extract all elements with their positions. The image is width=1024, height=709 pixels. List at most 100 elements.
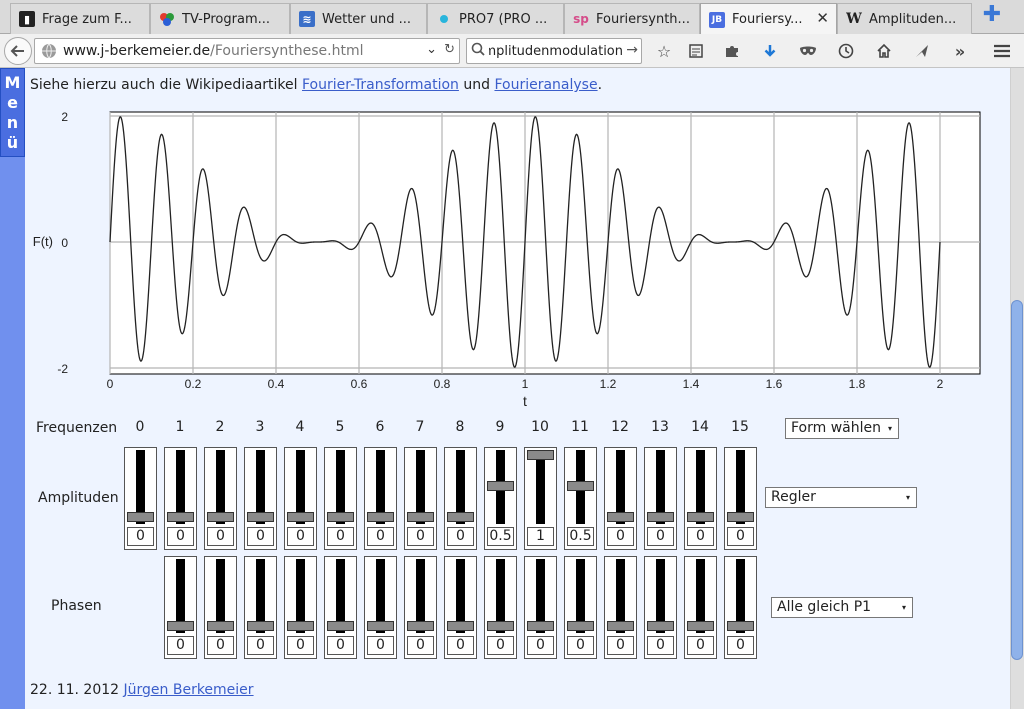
slider-knob[interactable] [447,621,474,631]
tab-4[interactable]: sp Fouriersynth... [564,3,700,34]
author-link[interactable]: Jürgen Berkemeier [124,682,254,698]
slider-value-field[interactable]: 0 [447,527,474,546]
slider-value-field[interactable]: 0 [607,636,634,655]
tab-5-active[interactable]: JB Fouriersy... ✕ [700,3,837,35]
link-fourier-transformation[interactable]: Fourier-Transformation [302,77,459,93]
phase-slider[interactable]: 0 [364,556,397,659]
slider-value-field[interactable]: 0 [527,636,554,655]
amplitude-slider[interactable]: 0 [644,447,677,550]
search-input[interactable]: Amplitudenmodulation [489,44,623,59]
amplitude-slider[interactable]: 0 [684,447,717,550]
slider-knob[interactable] [327,621,354,631]
search-bar[interactable]: Amplitudenmodulation → [466,38,642,64]
slider-value-field[interactable]: 0 [487,636,514,655]
slider-value-field[interactable]: 0 [127,527,154,546]
amplitude-slider[interactable]: 0 [164,447,197,550]
slider-value-field[interactable]: 0 [687,527,714,546]
close-tab-icon[interactable]: ✕ [816,9,829,27]
phase-slider[interactable]: 0 [164,556,197,659]
slider-knob[interactable] [567,621,594,631]
slider-knob[interactable] [527,450,554,460]
slider-knob[interactable] [167,512,194,522]
slider-knob[interactable] [287,621,314,631]
home-icon[interactable] [874,41,894,61]
amplitude-slider[interactable]: 1 [524,447,557,550]
url-history-dropdown-icon[interactable]: ⌄ [426,42,437,57]
amplitude-slider[interactable]: 0 [244,447,277,550]
slider-knob[interactable] [247,512,274,522]
slider-value-field[interactable]: 0 [327,527,354,546]
amplitude-mode-select[interactable]: Regler ▾ [765,487,917,508]
phase-slider[interactable]: 0 [724,556,757,659]
send-arrow-icon[interactable] [912,41,932,61]
url-bar[interactable]: www.j-berkemeier.de/Fouriersynthese.html… [34,38,460,64]
slider-knob[interactable] [647,512,674,522]
download-icon[interactable] [760,41,780,61]
search-go-icon[interactable]: → [626,42,638,58]
slider-value-field[interactable]: 0 [687,636,714,655]
slider-value-field[interactable]: 0 [247,527,274,546]
amplitude-slider[interactable]: 0 [724,447,757,550]
slider-knob[interactable] [207,621,234,631]
slider-value-field[interactable]: 0 [367,527,394,546]
phase-slider[interactable]: 0 [404,556,437,659]
private-mask-icon[interactable] [798,41,818,61]
slider-knob[interactable] [687,512,714,522]
slider-value-field[interactable]: 0 [207,636,234,655]
slider-value-field[interactable]: 0 [727,527,754,546]
overflow-chevron-icon[interactable]: » [950,41,970,61]
amplitude-slider[interactable]: 0 [204,447,237,550]
slider-value-field[interactable]: 0 [327,636,354,655]
slider-value-field[interactable]: 0 [407,636,434,655]
slider-value-field[interactable]: 0 [407,527,434,546]
slider-value-field[interactable]: 0 [447,636,474,655]
amplitude-slider[interactable]: 0 [284,447,317,550]
history-clock-icon[interactable] [836,41,856,61]
slider-knob[interactable] [407,512,434,522]
phase-mode-select[interactable]: Alle gleich P1 ▾ [771,597,913,618]
slider-value-field[interactable]: 0 [647,636,674,655]
slider-knob[interactable] [687,621,714,631]
slider-value-field[interactable]: 0 [167,527,194,546]
slider-knob[interactable] [487,621,514,631]
phase-slider[interactable]: 0 [204,556,237,659]
slider-value-field[interactable]: 0.5 [567,527,594,546]
new-tab-icon[interactable]: ✚ [982,4,1002,26]
phase-slider[interactable]: 0 [604,556,637,659]
reload-icon[interactable]: ↻ [444,42,455,57]
hamburger-menu-icon[interactable] [992,41,1012,61]
slider-knob[interactable] [207,512,234,522]
phase-slider[interactable]: 0 [524,556,557,659]
amplitude-slider[interactable]: 0 [444,447,477,550]
amplitude-slider[interactable]: 0 [364,447,397,550]
slider-knob[interactable] [247,621,274,631]
addons-puzzle-icon[interactable] [722,41,742,61]
tab-1[interactable]: TV-Program... [150,3,290,34]
slider-value-field[interactable]: 0 [647,527,674,546]
amplitude-slider[interactable]: 0.5 [484,447,517,550]
slider-value-field[interactable]: 0 [567,636,594,655]
amplitude-slider[interactable]: 0 [604,447,637,550]
reading-list-icon[interactable] [686,41,706,61]
slider-value-field[interactable]: 0 [287,527,314,546]
back-button[interactable] [4,37,32,65]
phase-slider[interactable]: 0 [644,556,677,659]
tab-6[interactable]: W Amplituden... [837,3,972,34]
phase-slider[interactable]: 0 [324,556,357,659]
slider-knob[interactable] [407,621,434,631]
slider-knob[interactable] [127,512,154,522]
slider-value-field[interactable]: 0 [207,527,234,546]
slider-knob[interactable] [367,512,394,522]
slider-knob[interactable] [567,481,594,491]
phase-slider[interactable]: 0 [284,556,317,659]
tab-3[interactable]: PRO7 (PRO ... [427,3,564,34]
slider-knob[interactable] [487,481,514,491]
phase-slider[interactable]: 0 [444,556,477,659]
phase-slider[interactable]: 0 [564,556,597,659]
slider-knob[interactable] [727,512,754,522]
phase-slider[interactable]: 0 [484,556,517,659]
slider-knob[interactable] [607,621,634,631]
form-select[interactable]: Form wählen ▾ [785,418,899,439]
slider-knob[interactable] [607,512,634,522]
slider-knob[interactable] [287,512,314,522]
